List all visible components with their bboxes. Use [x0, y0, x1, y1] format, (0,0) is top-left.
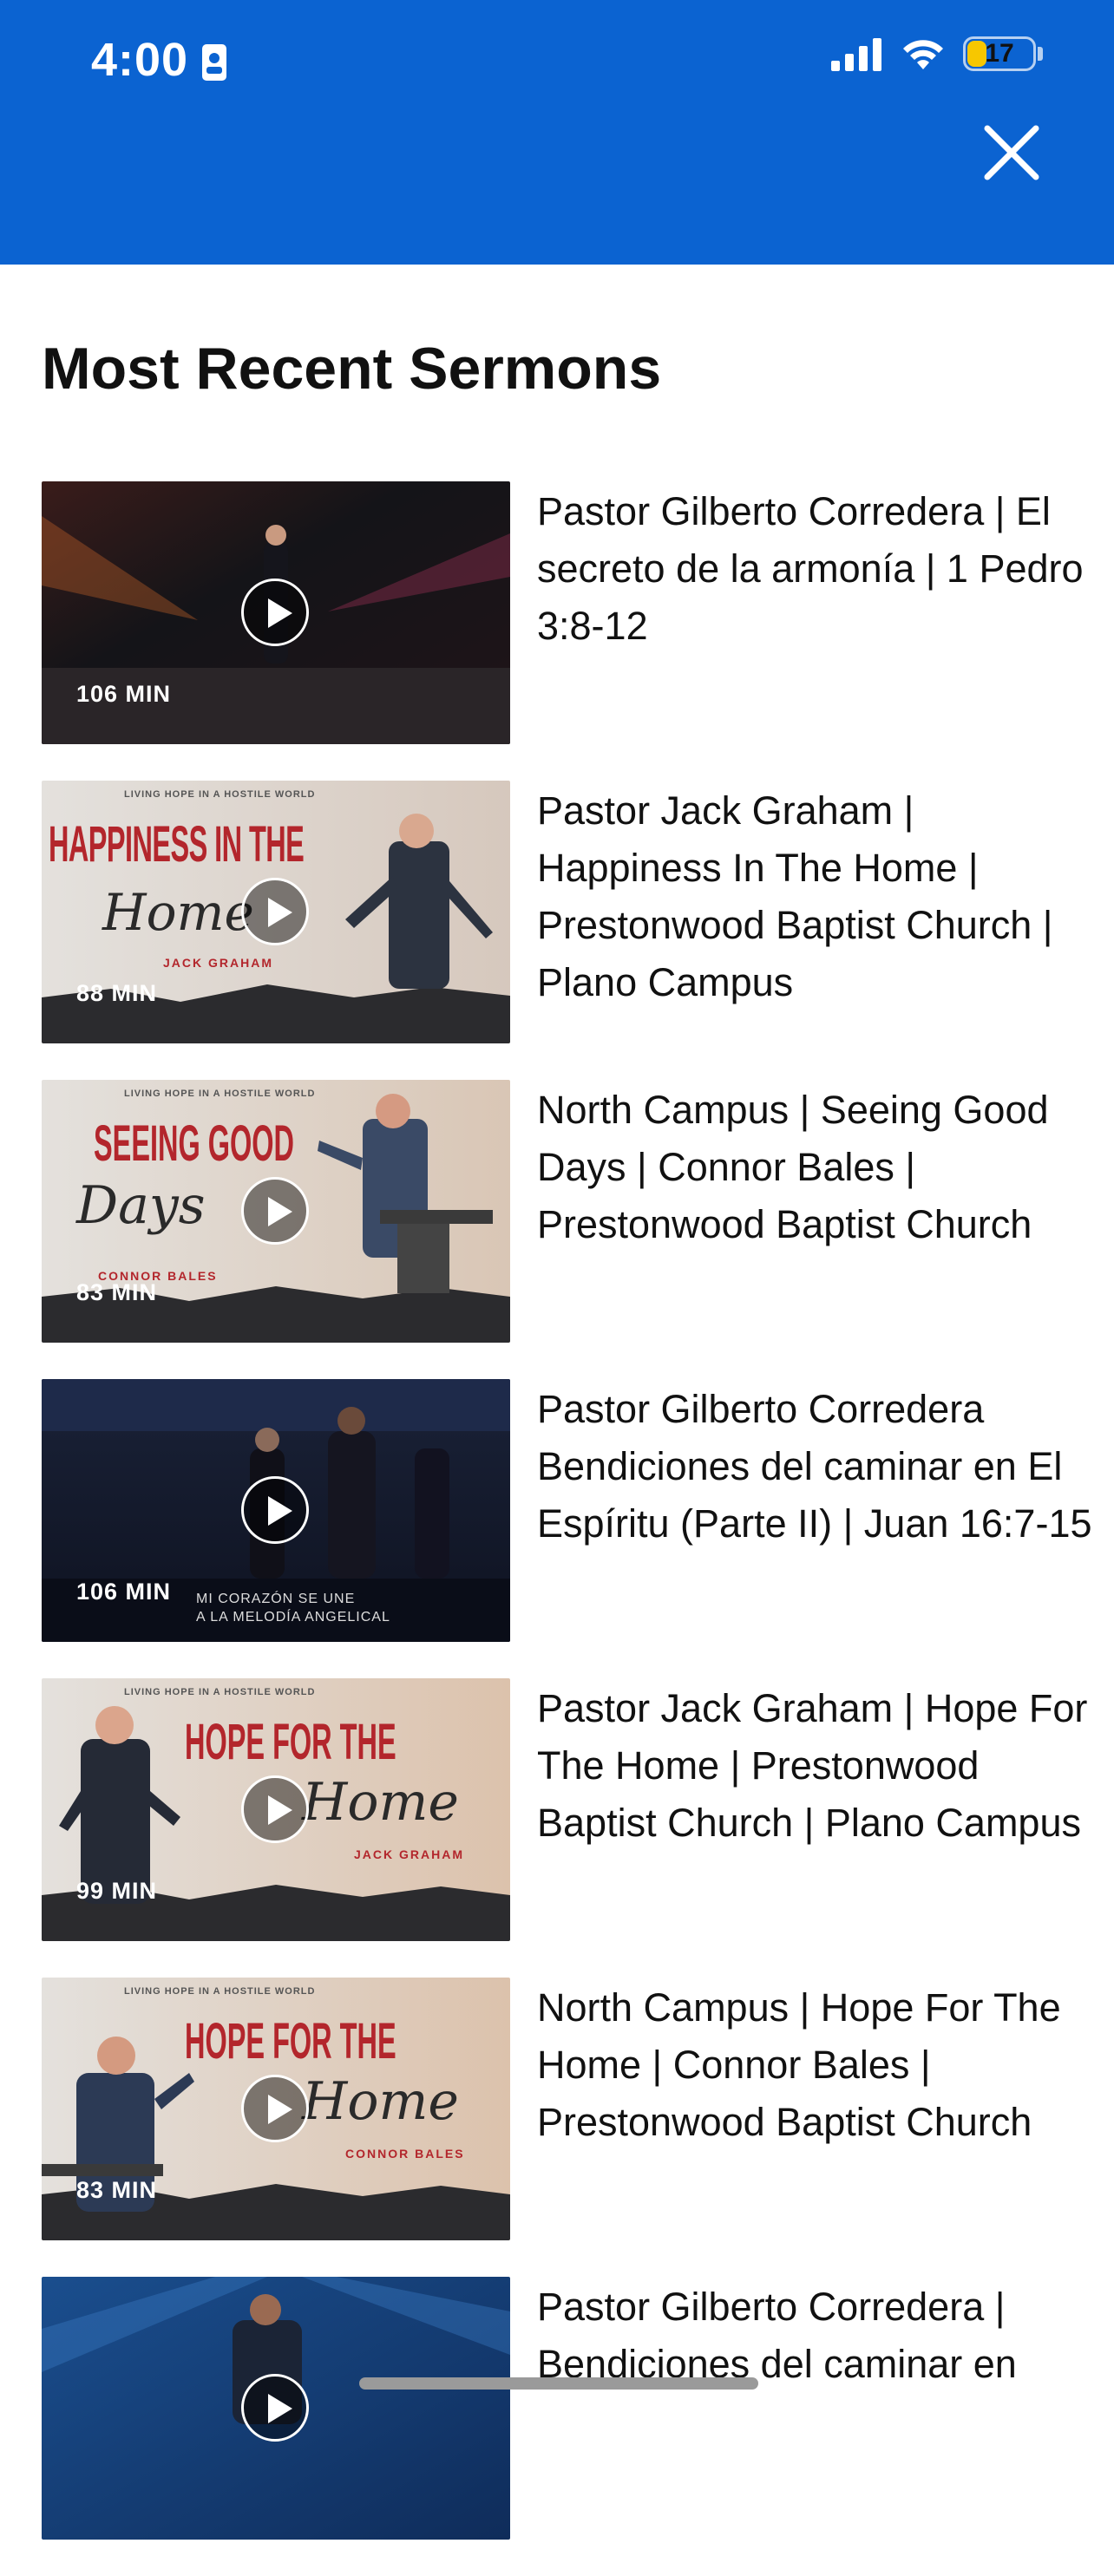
- play-icon[interactable]: [241, 2374, 309, 2442]
- series-title: HOPE FOR THE: [185, 2013, 396, 2069]
- series-title: HOPE FOR THE: [185, 1714, 396, 1770]
- lyric-line-2: A LA MELODÍA ANGELICAL: [196, 1610, 390, 1625]
- sermon-thumbnail[interactable]: LIVING HOPE IN A HOSTILE WORLD HOPE FOR …: [42, 1678, 510, 1941]
- play-icon[interactable]: [241, 1177, 309, 1245]
- lyric-line-1: MI CORAZÓN SE UNE: [196, 1592, 356, 1606]
- series-author: CONNOR BALES: [345, 2147, 465, 2161]
- series-script: Home: [302, 2071, 459, 2132]
- duration-label: 83 MIN: [76, 1279, 158, 1305]
- sermon-list: 106 MIN Pastor Gilberto Corredera | El s…: [42, 481, 1092, 2576]
- sermon-item[interactable]: 106 MIN Pastor Gilberto Corredera | El s…: [42, 481, 1084, 781]
- duration-label: 106 MIN: [76, 681, 172, 707]
- duration-label: 106 MIN: [76, 1579, 172, 1605]
- sermon-item[interactable]: LIVING HOPE IN A HOSTILE WORLD SEEING GO…: [42, 1080, 1083, 1379]
- series-script: Home: [302, 1772, 459, 1833]
- series-script: Days: [76, 1175, 206, 1236]
- series-title: SEEING GOOD: [94, 1115, 295, 1172]
- series-script: Home: [102, 883, 254, 942]
- sermon-thumbnail[interactable]: LIVING HOPE IN A HOSTILE WORLD SEEING GO…: [42, 1080, 510, 1343]
- wifi-icon: [903, 40, 943, 69]
- sermon-title[interactable]: Pastor Jack Graham | Happiness In The Ho…: [537, 782, 1092, 1011]
- duration-label: 99 MIN: [76, 1878, 158, 1904]
- series-tagline: LIVING HOPE IN A HOSTILE WORLD: [124, 1089, 316, 1099]
- sermon-thumbnail[interactable]: [42, 2277, 510, 2540]
- play-icon[interactable]: [241, 878, 309, 945]
- sermon-item[interactable]: MI CORAZÓN SE UNE A LA MELODÍA ANGELICAL…: [42, 1379, 1092, 1678]
- series-tagline: LIVING HOPE IN A HOSTILE WORLD: [124, 1687, 316, 1697]
- play-icon[interactable]: [241, 1775, 309, 1843]
- series-author: JACK GRAHAM: [354, 1847, 464, 1861]
- status-indicators: 17: [831, 36, 1043, 71]
- series-author: JACK GRAHAM: [163, 956, 273, 970]
- sermon-item[interactable]: LIVING HOPE IN A HOSTILE WORLD HAPPINESS…: [42, 781, 1083, 1080]
- sermon-thumbnail[interactable]: MI CORAZÓN SE UNE A LA MELODÍA ANGELICAL…: [42, 1379, 510, 1642]
- sermon-title[interactable]: North Campus | Hope For The Home | Conno…: [537, 1979, 1092, 2151]
- series-tagline: LIVING HOPE IN A HOSTILE WORLD: [124, 1986, 316, 1997]
- play-icon[interactable]: [241, 2075, 309, 2142]
- battery-icon: 17: [963, 36, 1036, 71]
- series-tagline: LIVING HOPE IN A HOSTILE WORLD: [124, 789, 316, 800]
- header-bar: 4:00 17: [0, 0, 1114, 265]
- close-button[interactable]: [979, 120, 1045, 186]
- sermon-item[interactable]: LIVING HOPE IN A HOSTILE WORLD HOPE FOR …: [42, 1678, 1087, 1978]
- sermon-thumbnail[interactable]: 106 MIN: [42, 481, 510, 744]
- battery-cap: [1038, 47, 1043, 61]
- person-badge-icon: [202, 44, 226, 81]
- sermon-thumbnail[interactable]: LIVING HOPE IN A HOSTILE WORLD HOPE FOR …: [42, 1978, 510, 2240]
- status-time: 4:00: [91, 34, 189, 86]
- home-indicator[interactable]: [359, 2377, 758, 2390]
- sermon-thumbnail[interactable]: LIVING HOPE IN A HOSTILE WORLD HAPPINESS…: [42, 781, 510, 1043]
- play-icon[interactable]: [241, 579, 309, 646]
- sermon-title[interactable]: Pastor Gilberto Corredera Bendiciones de…: [537, 1381, 1092, 1553]
- sermon-item[interactable]: Pastor Gilberto Corredera | Bendiciones …: [42, 2277, 1083, 2576]
- duration-label: 88 MIN: [76, 980, 158, 1006]
- page-title: Most Recent Sermons: [42, 336, 662, 402]
- close-icon: [984, 125, 1039, 180]
- sermon-title[interactable]: Pastor Gilberto Corredera | Bendiciones …: [537, 2279, 1092, 2393]
- duration-label: 83 MIN: [76, 2177, 158, 2203]
- battery-percent: 17: [985, 39, 1014, 68]
- cellular-signal-icon: [831, 38, 881, 71]
- play-icon[interactable]: [241, 1476, 309, 1544]
- sermon-title[interactable]: Pastor Jack Graham | Hope For The Home |…: [537, 1680, 1092, 1852]
- sermon-title[interactable]: North Campus | Seeing Good Days | Connor…: [537, 1082, 1092, 1253]
- sermon-item[interactable]: LIVING HOPE IN A HOSTILE WORLD HOPE FOR …: [42, 1978, 1083, 2277]
- sermon-title[interactable]: Pastor Gilberto Corredera | El secreto d…: [537, 483, 1092, 655]
- series-title: HAPPINESS IN THE: [49, 816, 305, 873]
